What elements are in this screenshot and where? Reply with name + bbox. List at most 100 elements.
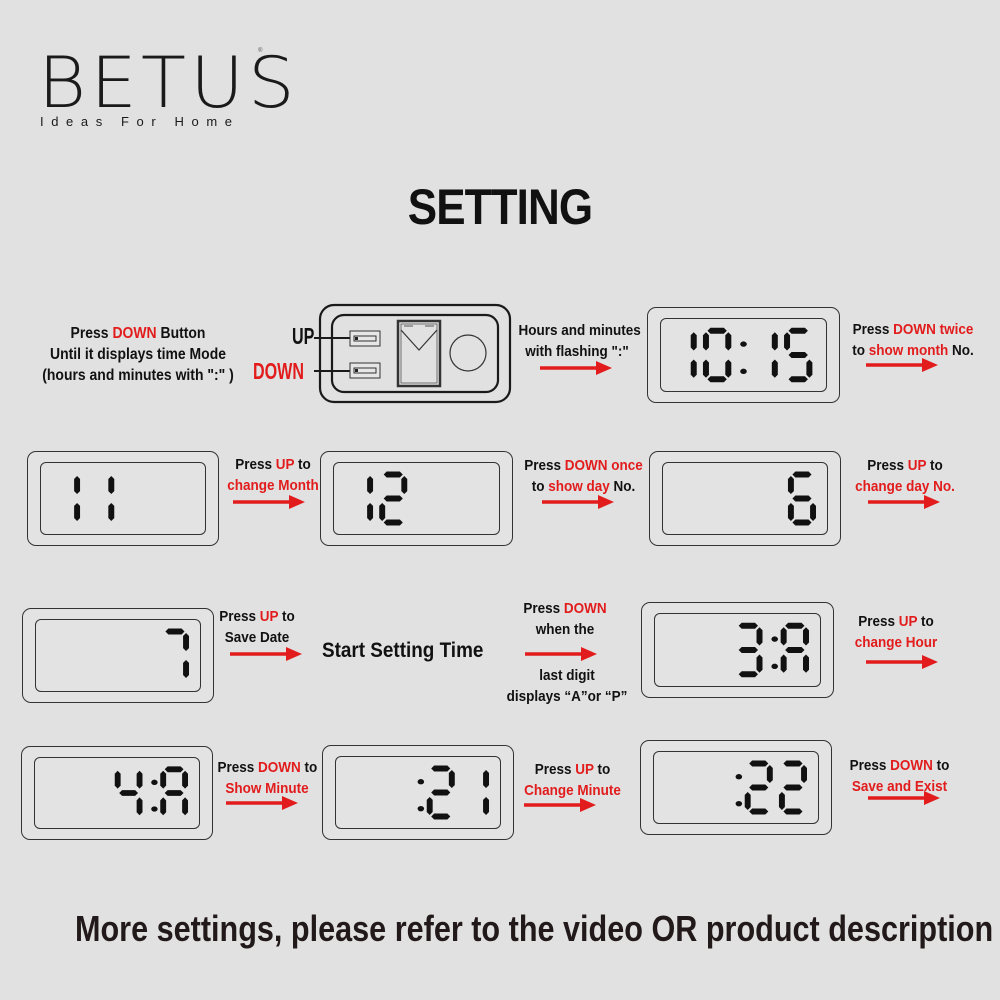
- lcd-segment: [74, 502, 81, 522]
- arrow-right-icon: [866, 655, 938, 669]
- lcd-segment: [783, 808, 803, 815]
- caption-keyword: DOWN twice: [893, 321, 974, 338]
- lcd-display: [649, 451, 841, 546]
- lcd-digits: [690, 327, 813, 383]
- lcd-segment: [702, 332, 709, 351]
- lcd-segment: [160, 770, 167, 789]
- lcd-segment: [431, 765, 451, 772]
- lcd-digit-6: [787, 471, 816, 526]
- lcd-segment: [707, 327, 727, 334]
- lcd-segment: [182, 770, 188, 789]
- intro-text: Button: [156, 325, 206, 342]
- lcd-segment: [738, 671, 759, 678]
- lcd-segment: [788, 352, 808, 358]
- lcd-display: [640, 740, 832, 835]
- lcd-segment: [749, 808, 769, 815]
- lcd-segment: [183, 659, 189, 679]
- clock-device-back: [314, 303, 512, 404]
- lcd-colon-dot: [417, 806, 425, 812]
- lcd-display: [21, 746, 213, 840]
- lcd-colon-dot: [740, 368, 747, 375]
- brand-tagline: Ideas For Home: [40, 114, 240, 129]
- lcd-segment: [383, 519, 403, 526]
- caption-text: Press: [523, 600, 564, 617]
- caption-keyword: UP: [259, 608, 279, 625]
- caption-text: Press: [858, 613, 899, 630]
- intro-text: (hours and minutes with ":" ): [42, 367, 234, 384]
- lcd-colon-dot: [735, 774, 743, 780]
- lcd-segment: [690, 332, 697, 351]
- caption-text: Save Date: [224, 629, 290, 646]
- lcd-digit-1: [367, 475, 374, 522]
- lcd-digits: [738, 622, 809, 678]
- lcd-segment: [136, 797, 143, 816]
- lcd-segment: [787, 502, 794, 522]
- lcd-segment: [766, 764, 773, 784]
- lcd-segment: [483, 769, 489, 789]
- caption-keyword: UP: [898, 613, 918, 630]
- lcd-segment: [725, 359, 732, 378]
- lcd-display: [641, 602, 834, 698]
- lcd-digit-2: [426, 765, 455, 820]
- caption-text: Press: [235, 456, 276, 473]
- lcd-segment: [108, 502, 115, 522]
- step-caption: Press UP to Save Date: [217, 606, 298, 648]
- lcd-segment: [788, 376, 808, 383]
- caption-text: displays “A”or “P”: [506, 688, 628, 705]
- lcd-digits: [787, 471, 816, 526]
- lcd-segment: [738, 622, 759, 629]
- caption-text: last digit: [539, 667, 595, 684]
- lcd-segment: [431, 813, 451, 820]
- hanging-hole-icon: [449, 334, 487, 372]
- lcd-digits: [165, 628, 189, 679]
- lcd-digit-0: [702, 327, 732, 383]
- page-title: SETTING: [407, 179, 593, 235]
- caption-text: Press: [852, 321, 894, 338]
- lcd-segment: [756, 627, 763, 646]
- lcd-colon-dot: [771, 663, 778, 670]
- intro-instructions: Press DOWN Button Until it displays time…: [30, 323, 246, 386]
- lcd-segment: [426, 796, 433, 816]
- caption-text: Press: [524, 457, 565, 474]
- lcd-digit-2: [778, 760, 807, 815]
- lcd-display: [647, 307, 840, 403]
- lcd-colon-dot: [735, 801, 743, 807]
- lcd-digit-5: [784, 327, 813, 383]
- up-button[interactable]: [349, 330, 381, 347]
- lcd-colon-dot: [151, 806, 158, 812]
- caption-text: Press: [867, 457, 908, 474]
- step-caption: last digit displays “A”or “P”: [500, 665, 635, 707]
- lcd-segment: [707, 376, 727, 383]
- lcd-segment: [784, 332, 791, 351]
- lcd-segment: [749, 760, 769, 767]
- lcd-segment: [806, 359, 813, 378]
- caption-keyword: show month: [868, 342, 949, 359]
- arrow-right-icon: [542, 495, 614, 509]
- lcd-colon-dot: [771, 636, 778, 642]
- caption-keyword: UP: [275, 456, 295, 473]
- caption-keyword: UP: [907, 457, 927, 474]
- lcd-segment: [690, 359, 697, 378]
- caption-text: No.: [948, 342, 974, 359]
- step-caption: Press UP to change day No.: [851, 455, 959, 497]
- lcd-display: [27, 451, 219, 546]
- lcd-digits: [735, 760, 807, 815]
- step-caption: Press UP to change Hour: [851, 611, 941, 653]
- lcd-digit-1: [108, 475, 115, 522]
- step-caption: Press DOWN once to show day No.: [523, 455, 645, 497]
- lcd-segment: [119, 790, 139, 796]
- arrow-right-icon: [226, 796, 298, 810]
- down-button[interactable]: [349, 362, 381, 379]
- start-setting-time-label: Start Setting Time: [322, 639, 484, 662]
- device-inner-frame: [330, 313, 500, 394]
- caption-text: Press: [219, 608, 260, 625]
- registered-mark: ®: [258, 48, 263, 54]
- caption-text: to: [294, 456, 311, 473]
- lcd-digit-2: [744, 760, 773, 815]
- lcd-colon-dot: [151, 779, 158, 785]
- lcd-digit-7: [165, 628, 189, 679]
- lcd-digit-4: [114, 770, 143, 816]
- lcd-digits: [74, 475, 115, 522]
- lcd-segment: [136, 770, 143, 789]
- caption-keyword: change Hour: [854, 634, 938, 651]
